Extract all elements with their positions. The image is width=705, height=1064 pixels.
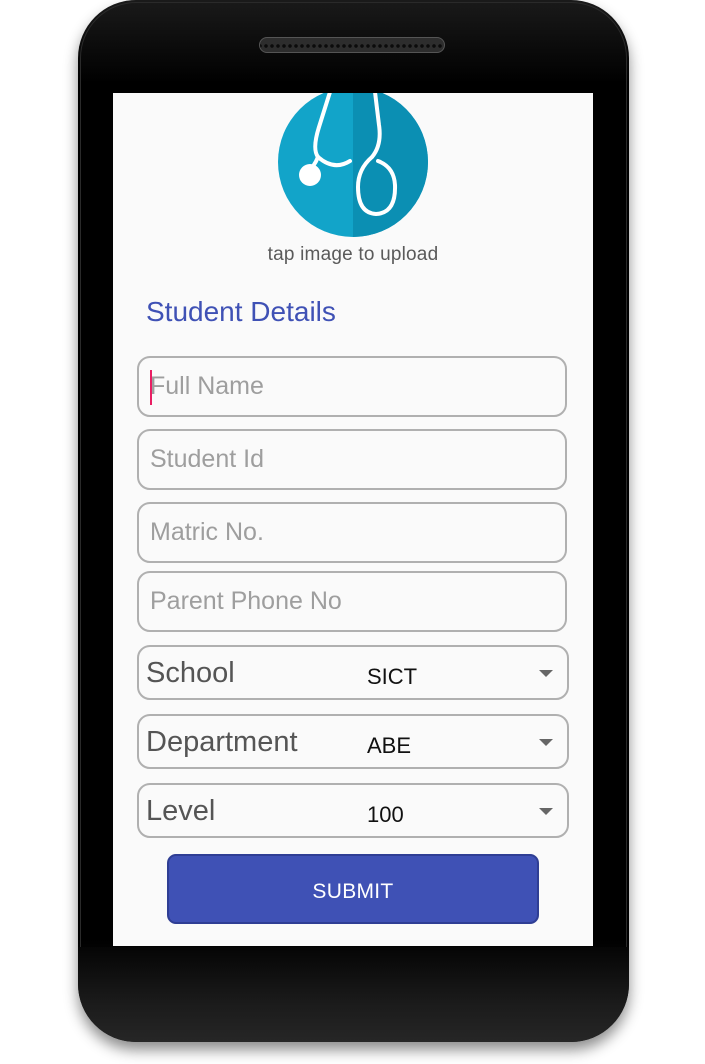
dropdown-arrow-icon xyxy=(539,808,553,815)
upload-hint-label: tap image to upload xyxy=(267,244,439,265)
form-title: Student Details xyxy=(146,296,336,327)
full-name-field[interactable] xyxy=(137,356,567,417)
student-id-input[interactable] xyxy=(139,431,565,488)
stethoscope-icon xyxy=(299,93,398,217)
submit-button[interactable]: SUBMIT xyxy=(167,854,539,924)
speaker-grille xyxy=(259,37,445,53)
school-value: SICT xyxy=(367,664,418,689)
level-label: Level xyxy=(146,795,216,827)
phone-bottom-bezel xyxy=(78,947,629,1042)
parent-phone-input[interactable] xyxy=(139,573,565,630)
dropdown-arrow-icon xyxy=(539,739,553,746)
school-select[interactable]: School SICT xyxy=(137,645,569,700)
parent-phone-field[interactable] xyxy=(137,571,567,632)
full-name-input[interactable] xyxy=(139,358,565,415)
school-label: School xyxy=(146,657,235,689)
matric-no-input[interactable] xyxy=(139,504,565,561)
dropdown-arrow-icon xyxy=(539,670,553,677)
level-value: 100 xyxy=(367,802,404,827)
matric-no-field[interactable] xyxy=(137,502,567,563)
app-screen: tap image to upload Student Details Scho… xyxy=(113,93,593,946)
department-value: ABE xyxy=(367,733,412,758)
student-id-field[interactable] xyxy=(137,429,567,490)
level-select[interactable]: Level 100 xyxy=(137,783,569,838)
text-cursor xyxy=(150,370,152,405)
profile-image-upload[interactable] xyxy=(278,93,428,237)
department-select[interactable]: Department ABE xyxy=(137,714,569,769)
department-label: Department xyxy=(146,726,298,758)
